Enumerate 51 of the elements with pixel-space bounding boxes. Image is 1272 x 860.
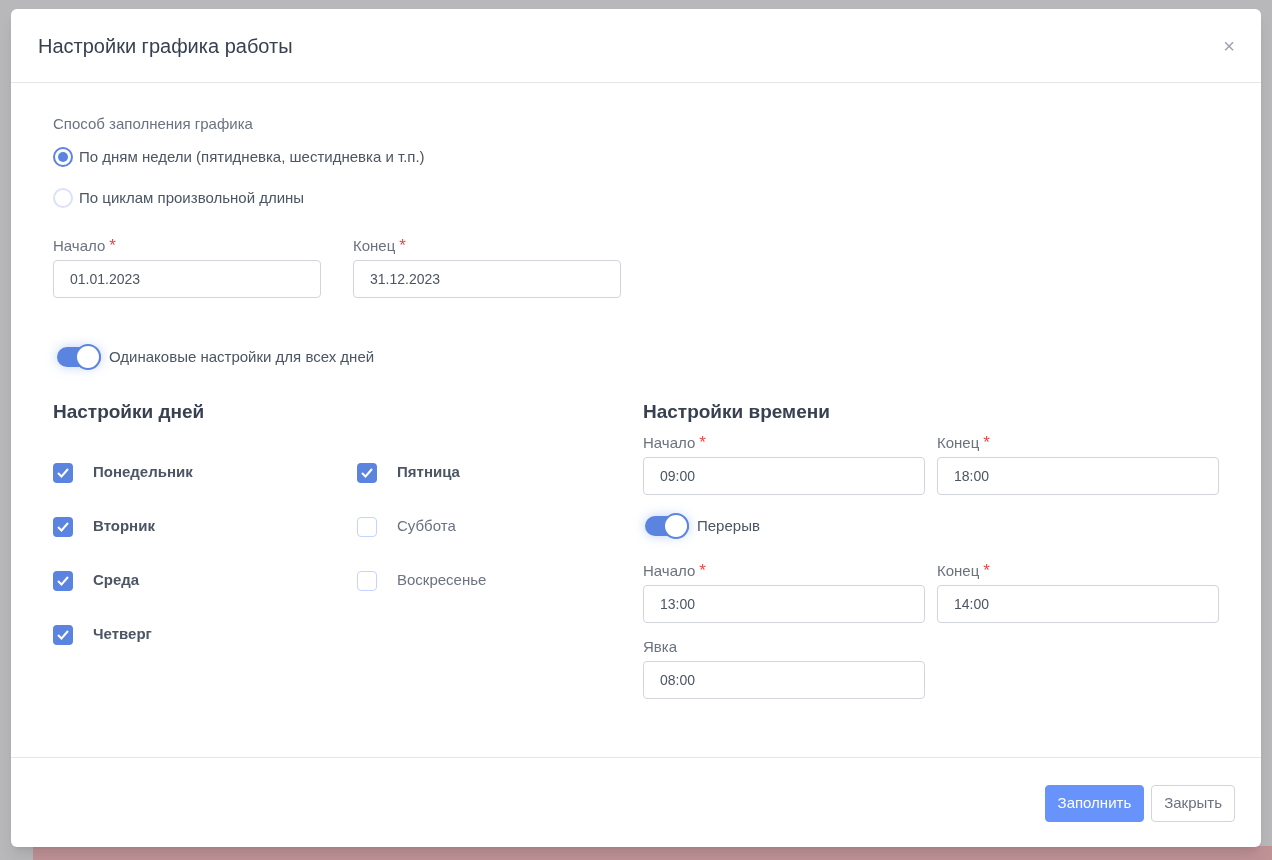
checkbox[interactable] — [357, 570, 377, 591]
required-asterisk: * — [699, 432, 706, 453]
field-label: Конец — [937, 432, 980, 453]
checkbox[interactable] — [53, 516, 73, 537]
field-label: Начало — [643, 561, 696, 581]
toggle-switch[interactable] — [57, 346, 101, 367]
input-field[interactable]: 01.01.2023 — [53, 259, 321, 298]
check-icon — [57, 629, 69, 640]
field-label: Начало — [53, 235, 106, 256]
dialog-button[interactable]: Закрыть — [1151, 784, 1235, 822]
field-label: Начало — [643, 432, 696, 453]
toggle-label: Одинаковые настройки для всех дней — [109, 346, 375, 367]
required-asterisk: * — [109, 235, 116, 256]
check-icon — [57, 575, 69, 586]
field-label: Конец — [353, 235, 396, 256]
radio-label: По циклам произвольной длины — [79, 188, 305, 208]
check-icon — [57, 521, 69, 532]
field-label: Явка — [643, 637, 678, 657]
required-asterisk: * — [699, 561, 706, 581]
day-label: Вторник — [93, 516, 155, 537]
dialog-title: Настройки графика работы — [38, 33, 293, 59]
input-field[interactable]: 08:00 — [643, 661, 925, 699]
required-asterisk: * — [983, 561, 990, 581]
toggle-switch[interactable] — [645, 515, 689, 536]
day-label: Среда — [93, 570, 140, 591]
section-heading: Настройки времени — [643, 400, 831, 424]
checkbox[interactable] — [53, 570, 73, 591]
checkbox[interactable] — [53, 462, 73, 483]
input-field[interactable]: 09:00 — [643, 456, 925, 495]
input-field[interactable]: 13:00 — [643, 585, 925, 623]
radio-label: По дням недели (пятидневка, шестидневка и т.п.) — [79, 146, 425, 167]
day-label: Пятница — [397, 462, 460, 483]
section-label: Способ заполнения графика — [53, 114, 254, 134]
section-heading: Настройки дней — [53, 400, 206, 424]
required-asterisk: * — [983, 432, 990, 453]
day-label: Четверг — [93, 624, 152, 645]
required-asterisk: * — [399, 235, 406, 256]
day-label: Суббота — [397, 516, 456, 537]
check-icon — [57, 467, 69, 478]
checkbox[interactable] — [357, 516, 377, 537]
checkbox[interactable] — [357, 462, 377, 483]
input-field[interactable]: 31.12.2023 — [353, 259, 621, 298]
day-label: Воскресенье — [397, 570, 487, 591]
check-icon — [361, 467, 373, 478]
input-field[interactable]: 18:00 — [937, 456, 1219, 495]
field-label: Конец — [937, 561, 980, 581]
radio-button[interactable] — [53, 146, 73, 167]
checkbox[interactable] — [53, 624, 73, 645]
toggle-label: Перерыв — [697, 515, 760, 536]
input-field[interactable]: 14:00 — [937, 585, 1219, 623]
day-label: Понедельник — [93, 462, 193, 483]
